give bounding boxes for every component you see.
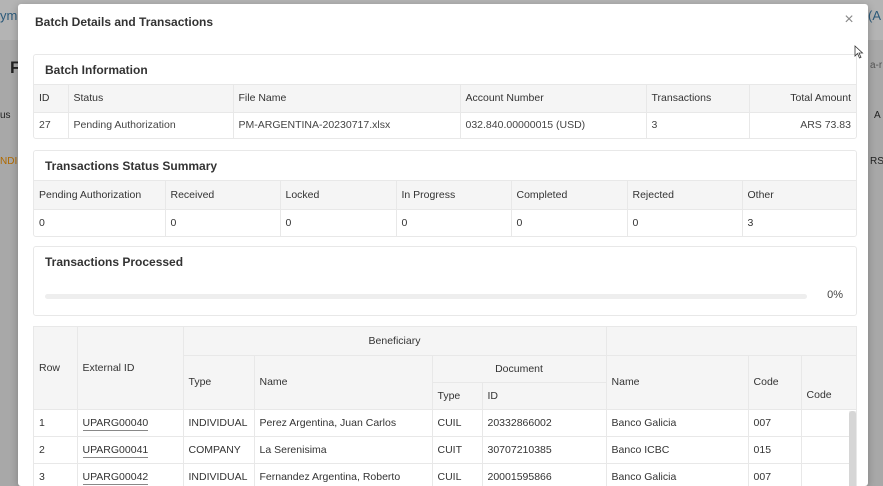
row-number: 3 (34, 463, 78, 486)
external-id-link[interactable]: UPARG00041 (82, 443, 149, 458)
column-group-bank (606, 327, 856, 356)
count-rejected: 0 (627, 209, 743, 236)
column-group-document: Document (432, 355, 607, 383)
batch-details-modal: Batch Details and Transactions × Batch I… (18, 4, 868, 486)
background-text-fragment: NDI (0, 156, 18, 167)
progress-bar (45, 294, 807, 299)
count-received: 0 (165, 209, 281, 236)
row-number: 2 (34, 436, 78, 464)
column-header-doc-type: Type (432, 382, 483, 410)
bank-code: 007 (748, 463, 802, 486)
external-id-cell: UPARG00041 (77, 436, 184, 464)
column-header-received: Received (165, 181, 281, 210)
bank-name: Banco Galicia (606, 463, 749, 486)
beneficiary-type: COMPANY (183, 436, 255, 464)
document-id: 30707210385 (482, 436, 607, 464)
column-header-bank-code: Code (748, 355, 802, 410)
background-text-fragment: a-r (870, 60, 883, 71)
bank-name: Banco ICBC (606, 436, 749, 464)
column-header-completed: Completed (511, 181, 628, 210)
batch-transactions-count: 3 (646, 112, 750, 138)
background-text-fragment: RS (870, 156, 883, 167)
table-row: 27 Pending Authorization PM-ARGENTINA-20… (34, 112, 856, 138)
batch-account-number: 032.840.00000015 (USD) (460, 112, 647, 138)
column-header-pending-authorization: Pending Authorization (34, 181, 166, 210)
document-type: CUIL (432, 463, 483, 486)
column-header-id: ID (34, 85, 69, 113)
background-text-fragment: us (0, 110, 11, 121)
background-text-fragment: ym (0, 8, 18, 23)
document-id: 20332866002 (482, 409, 607, 437)
column-header-status: Status (68, 85, 234, 113)
column-header-account-number: Account Number (460, 85, 647, 113)
column-header-rejected: Rejected (627, 181, 743, 210)
table-row: 3 UPARG00042 INDIVIDUAL Fernandez Argent… (34, 463, 856, 486)
status-summary-header: Transactions Status Summary (34, 151, 856, 181)
external-id-cell: UPARG00040 (77, 409, 184, 437)
vertical-scrollbar-thumb[interactable] (849, 411, 856, 486)
batch-file-name: PM-ARGENTINA-20230717.xlsx (233, 112, 461, 138)
table-row: 0 0 0 0 0 0 3 (34, 209, 856, 236)
column-header-total-amount: Total Amount (749, 85, 856, 113)
background-text-fragment: A (874, 110, 881, 121)
transactions-processed-card: Transactions Processed 0% (33, 246, 857, 316)
external-id-link[interactable]: UPARG00042 (82, 470, 149, 485)
status-summary-card: Transactions Status Summary Pending Auth… (33, 150, 857, 237)
external-id-cell: UPARG00042 (77, 463, 184, 486)
column-header-name: Name (254, 355, 433, 410)
batch-total-amount: ARS 73.83 (800, 119, 851, 132)
column-header-file-name: File Name (233, 85, 461, 113)
column-header-external-id: External ID (77, 327, 184, 410)
batch-information-table: ID Status File Name Account Number Trans… (34, 85, 856, 138)
column-header-type: Type (183, 355, 255, 410)
column-header-spacer (801, 355, 856, 382)
progress-percent-label: 0% (827, 289, 843, 301)
column-header-transactions: Transactions (646, 85, 750, 113)
beneficiary-type: INDIVIDUAL (183, 409, 255, 437)
bank-code: 015 (748, 436, 802, 464)
column-header-locked: Locked (280, 181, 397, 210)
count-completed: 0 (511, 209, 628, 236)
column-group-beneficiary: Beneficiary (183, 327, 607, 356)
bank-name: Banco Galicia (606, 409, 749, 437)
close-icon: × (844, 11, 854, 28)
batch-information-card: Batch Information ID Status File Name Ac… (33, 54, 857, 139)
count-other: 3 (747, 216, 754, 229)
close-button[interactable]: × (842, 11, 856, 28)
beneficiary-type: INDIVIDUAL (183, 463, 255, 486)
status-summary-table: Pending Authorization Received Locked In… (34, 181, 856, 236)
progress-row: 0% (45, 289, 845, 302)
transactions-processed-header: Transactions Processed (45, 255, 184, 269)
modal-title: Batch Details and Transactions (35, 15, 214, 29)
mouse-cursor-icon (854, 45, 864, 59)
bank-code: 007 (748, 409, 802, 437)
beneficiary-name: Perez Argentina, Juan Carlos (254, 409, 433, 437)
count-in-progress: 0 (396, 209, 512, 236)
column-header-bank-name: Name (606, 355, 749, 410)
table-row: 2 UPARG00041 COMPANY La Serenisima CUIT … (34, 436, 856, 464)
document-type: CUIT (432, 436, 483, 464)
transactions-table: Row External ID Beneficiary Type Name Do… (34, 327, 856, 486)
external-id-link[interactable]: UPARG00040 (82, 416, 149, 431)
column-header-doc-id: ID (482, 382, 607, 410)
transactions-table-card: Row External ID Beneficiary Type Name Do… (33, 326, 857, 486)
column-header-other: Other (742, 181, 856, 210)
column-header-in-progress: In Progress (396, 181, 512, 210)
column-header-row: Row (34, 327, 78, 410)
beneficiary-name: La Serenisima (254, 436, 433, 464)
document-type: CUIL (432, 409, 483, 437)
count-locked: 0 (280, 209, 397, 236)
batch-id: 27 (34, 112, 69, 138)
column-header-code: Code (801, 382, 856, 410)
document-id: 20001595866 (482, 463, 607, 486)
beneficiary-name: Fernandez Argentina, Roberto (254, 463, 433, 486)
batch-information-header: Batch Information (34, 55, 856, 85)
count-pending-authorization: 0 (34, 209, 166, 236)
batch-status: Pending Authorization (68, 112, 234, 138)
background-text-fragment: (A (868, 8, 881, 23)
row-number: 1 (34, 409, 78, 437)
table-row: 1 UPARG00040 INDIVIDUAL Perez Argentina,… (34, 409, 856, 437)
